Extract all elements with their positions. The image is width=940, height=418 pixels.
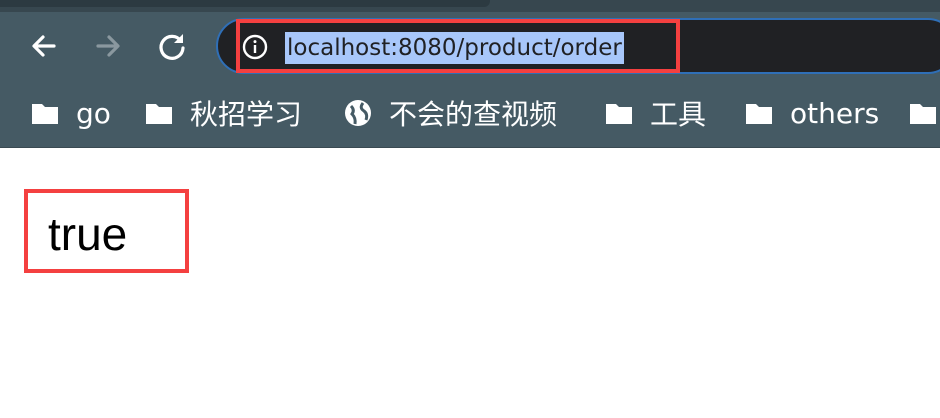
bookmark-video[interactable]: 不会的查视频: [343, 93, 557, 133]
folder-icon: [910, 104, 936, 124]
bookmark-label: 不会的查视频: [389, 98, 558, 131]
arrow-left-icon: [32, 35, 56, 57]
bookmark-others[interactable]: others: [744, 93, 879, 133]
folder-icon: [606, 104, 632, 124]
info-icon[interactable]: [242, 34, 268, 60]
folder-icon: [146, 104, 172, 124]
response-body-text: true: [48, 208, 128, 260]
tab-strip: [0, 0, 940, 12]
reload-icon: [159, 34, 185, 60]
browser-toolbar: localhost:8080/product/order: [0, 12, 940, 80]
bookmark-qiuzhao[interactable]: 秋招学习: [144, 93, 302, 133]
bookmark-go[interactable]: go: [30, 93, 111, 133]
active-tab-edge[interactable]: [0, 0, 490, 7]
bookmark-tools[interactable]: 工具: [604, 93, 706, 133]
bookmark-overflow-folder[interactable]: [908, 93, 940, 133]
folder-icon: [746, 104, 772, 124]
forward-button[interactable]: [88, 26, 128, 66]
back-button[interactable]: [24, 26, 64, 66]
bookmark-label: others: [790, 96, 880, 130]
bookmark-label: go: [76, 96, 111, 130]
url-text[interactable]: localhost:8080/product/order: [285, 32, 624, 64]
folder-icon: [32, 104, 58, 124]
bookmarks-bar: go 秋招学习 不会的查视频 工具 others: [0, 80, 940, 148]
globe-icon: [345, 100, 371, 126]
bookmark-label: 秋招学习: [190, 98, 303, 131]
arrow-right-icon: [96, 35, 120, 57]
address-bar[interactable]: localhost:8080/product/order: [216, 18, 940, 74]
bookmark-label: 工具: [650, 98, 707, 131]
reload-button[interactable]: [152, 26, 192, 66]
